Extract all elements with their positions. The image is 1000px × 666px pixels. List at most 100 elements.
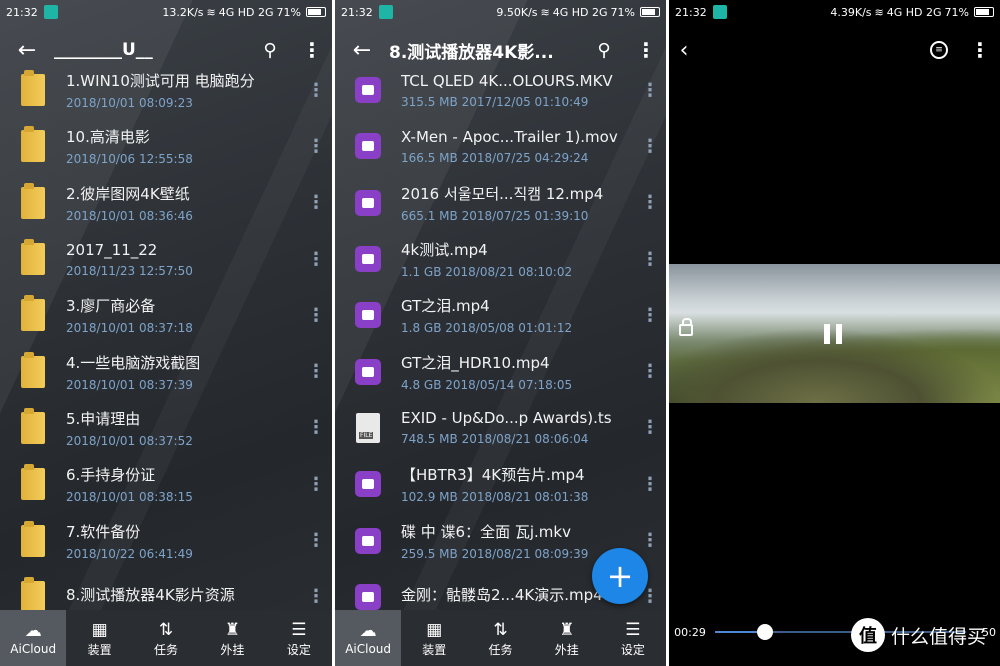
status-time: 21:32	[675, 5, 707, 19]
item-name: GT之泪.mp4	[401, 297, 490, 316]
nav-tab-label: 设定	[286, 642, 311, 657]
list-item[interactable]: GT之泪_HDR10.mp4 4.8 GB 2018/05/14 07:18:05…	[335, 343, 666, 399]
item-icon-wrap	[0, 182, 66, 219]
item-menu-icon[interactable]: ⋮	[634, 136, 666, 157]
list-item[interactable]: X-Men - Apoc...Trailer 1).mov 166.5 MB 20…	[335, 118, 666, 174]
nav-tab[interactable]: ☁ AiCloud	[335, 610, 402, 666]
network-speed: 13.2K/s	[162, 5, 204, 19]
item-name: 4.一些电脑游戏截图	[66, 353, 201, 372]
item-menu-icon[interactable]: ⋮	[634, 417, 666, 438]
item-name: 4k测试.mp4	[401, 241, 488, 260]
item-icon-wrap	[335, 133, 401, 160]
status-time: 21:32	[6, 5, 38, 19]
nav-tab[interactable]: ▦ 装置	[66, 610, 132, 666]
nav-tab[interactable]: ♜ 外挂	[199, 610, 265, 666]
list-item[interactable]: 4k测试.mp4 1.1 GB 2018/08/21 08:10:02 ⋮	[335, 231, 666, 287]
pause-icon[interactable]	[824, 324, 842, 344]
item-menu-icon[interactable]: ⋮	[300, 80, 332, 101]
signal-text: 4G HD 2G	[552, 5, 608, 19]
item-icon-wrap	[0, 295, 66, 332]
item-icon-wrap	[335, 358, 401, 385]
item-menu-icon[interactable]: ⋮	[300, 530, 332, 551]
back-arrow-icon[interactable]: ←	[0, 38, 54, 63]
more-vert-icon[interactable]: ⋮	[960, 38, 1000, 62]
item-meta: 2018/10/01 08:37:18	[66, 321, 193, 336]
back-arrow-icon[interactable]: ←	[335, 38, 389, 63]
list-item[interactable]: 6.手持身份证 2018/10/01 08:38:15 ⋮	[0, 456, 332, 512]
item-text: 碟 中 谍6：全面 瓦j.mkv 259.5 MB 2018/08/21 08:0…	[401, 521, 634, 561]
unlock-icon[interactable]	[679, 318, 693, 336]
item-menu-icon[interactable]: ⋮	[300, 249, 332, 270]
screen-video-player: 21:32 4.39K/s ≋ 4G HD 2G 71% ‹ ≡ ⋮ 00:29…	[669, 0, 1000, 666]
item-icon-wrap	[0, 464, 66, 501]
list-item[interactable]: 10.高清电影 2018/10/06 12:55:58 ⋮	[0, 118, 332, 174]
list-item[interactable]: 2017_11_22 2018/11/23 12:57:50 ⋮	[0, 231, 332, 287]
item-menu-icon[interactable]: ⋮	[300, 361, 332, 382]
search-icon[interactable]: ⚲	[248, 40, 292, 61]
item-name: 3.廖厂商必备	[66, 297, 156, 316]
item-meta: 2018/10/22 06:41:49	[66, 546, 193, 561]
seek-handle[interactable]	[757, 624, 774, 640]
item-meta: 1.8 GB 2018/05/08 01:01:12	[401, 321, 573, 336]
folder-icon	[21, 520, 45, 557]
folder-list: 1.WIN10测试可用 电脑跑分 2018/10/01 08:09:23 ⋮ 10.高…	[0, 62, 332, 610]
item-menu-icon[interactable]: ⋮	[634, 80, 666, 101]
nav-tab[interactable]: ▦ 装置	[401, 610, 467, 666]
list-item[interactable]: 5.申请理由 2018/10/01 08:37:52 ⋮	[0, 400, 332, 456]
nav-tab[interactable]: ♜ 外挂	[534, 610, 600, 666]
list-item[interactable]: 2.彼岸图网4K壁纸 2018/10/01 08:36:46 ⋮	[0, 175, 332, 231]
item-menu-icon[interactable]: ⋮	[634, 361, 666, 382]
item-name: EXID - Up&Do...p Awards).ts	[401, 409, 612, 428]
item-menu-icon[interactable]: ⋮	[300, 192, 332, 213]
item-menu-icon[interactable]: ⋮	[300, 305, 332, 326]
toolbar: ← 8.测试播放器4K影... ⚲ ⋮	[335, 24, 666, 76]
list-item[interactable]: 8.测试播放器4K影片资源 ⋮	[0, 569, 332, 610]
nav-tab[interactable]: ⇅ 任务	[467, 610, 533, 666]
item-name: 7.软件备份	[66, 522, 141, 541]
nav-tab[interactable]: ☁ AiCloud	[0, 610, 67, 666]
back-chevron-icon[interactable]: ‹	[669, 38, 699, 63]
nav-tab[interactable]: ⇅ 任务	[133, 610, 199, 666]
item-menu-icon[interactable]: ⋮	[634, 530, 666, 551]
list-item[interactable]: 【HBTR3】4K预告片.mp4 102.9 MB 2018/08/21 08:0…	[335, 456, 666, 512]
item-menu-icon[interactable]: ⋮	[300, 136, 332, 157]
item-icon-wrap	[0, 520, 66, 557]
video-frame[interactable]	[669, 264, 1000, 403]
video-file-icon	[355, 302, 381, 329]
item-menu-icon[interactable]: ⋮	[634, 249, 666, 270]
search-icon[interactable]: ⚲	[582, 40, 626, 61]
item-menu-icon[interactable]: ⋮	[634, 474, 666, 495]
item-name: X-Men - Apoc...Trailer 1).mov	[401, 127, 618, 146]
item-text: GT之泪.mp4 1.8 GB 2018/05/08 01:01:12	[401, 295, 634, 335]
add-fab-button[interactable]: +	[592, 548, 648, 604]
item-icon-wrap	[0, 576, 66, 610]
list-item[interactable]: 2016 서울모터...직캠 12.mp4 665.1 MB 2018/07/25…	[335, 175, 666, 231]
screenshot-icon	[712, 5, 727, 19]
devices-icon: ▦	[91, 619, 108, 640]
list-item[interactable]: 4.一些电脑游戏截图 2018/10/01 08:37:39 ⋮	[0, 343, 332, 399]
list-item[interactable]: 3.廖厂商必备 2018/10/01 08:37:18 ⋮	[0, 287, 332, 343]
item-text: 7.软件备份 2018/10/22 06:41:49	[66, 521, 300, 561]
nav-tab[interactable]: ☰ 设定	[266, 610, 332, 666]
item-menu-icon[interactable]: ⋮	[634, 192, 666, 213]
screenshot-icon	[43, 5, 58, 19]
list-item[interactable]: GT之泪.mp4 1.8 GB 2018/05/08 01:01:12 ⋮	[335, 287, 666, 343]
item-menu-icon[interactable]: ⋮	[634, 305, 666, 326]
item-text: 4k测试.mp4 1.1 GB 2018/08/21 08:10:02	[401, 239, 634, 279]
audio-track-icon[interactable]: ≡	[930, 41, 948, 59]
nav-tab[interactable]: ☰ 设定	[600, 610, 666, 666]
list-item[interactable]: EXID - Up&Do...p Awards).ts 748.5 MB 2018…	[335, 400, 666, 456]
item-meta: 1.1 GB 2018/08/21 08:10:02	[401, 265, 573, 280]
item-name: 5.申请理由	[66, 409, 141, 428]
more-vert-icon[interactable]: ⋮	[292, 38, 332, 62]
more-vert-icon[interactable]: ⋮	[626, 38, 666, 62]
folder-icon	[21, 295, 45, 332]
item-text: 3.廖厂商必备 2018/10/01 08:37:18	[66, 295, 300, 335]
item-menu-icon[interactable]: ⋮	[300, 417, 332, 438]
item-meta: 748.5 MB 2018/08/21 08:06:04	[401, 432, 589, 447]
battery-icon	[974, 7, 994, 17]
item-menu-icon[interactable]: ⋮	[300, 586, 332, 607]
list-item[interactable]: 7.软件备份 2018/10/22 06:41:49 ⋮	[0, 512, 332, 568]
item-meta: 2018/10/01 08:38:15	[66, 490, 193, 505]
item-menu-icon[interactable]: ⋮	[300, 474, 332, 495]
